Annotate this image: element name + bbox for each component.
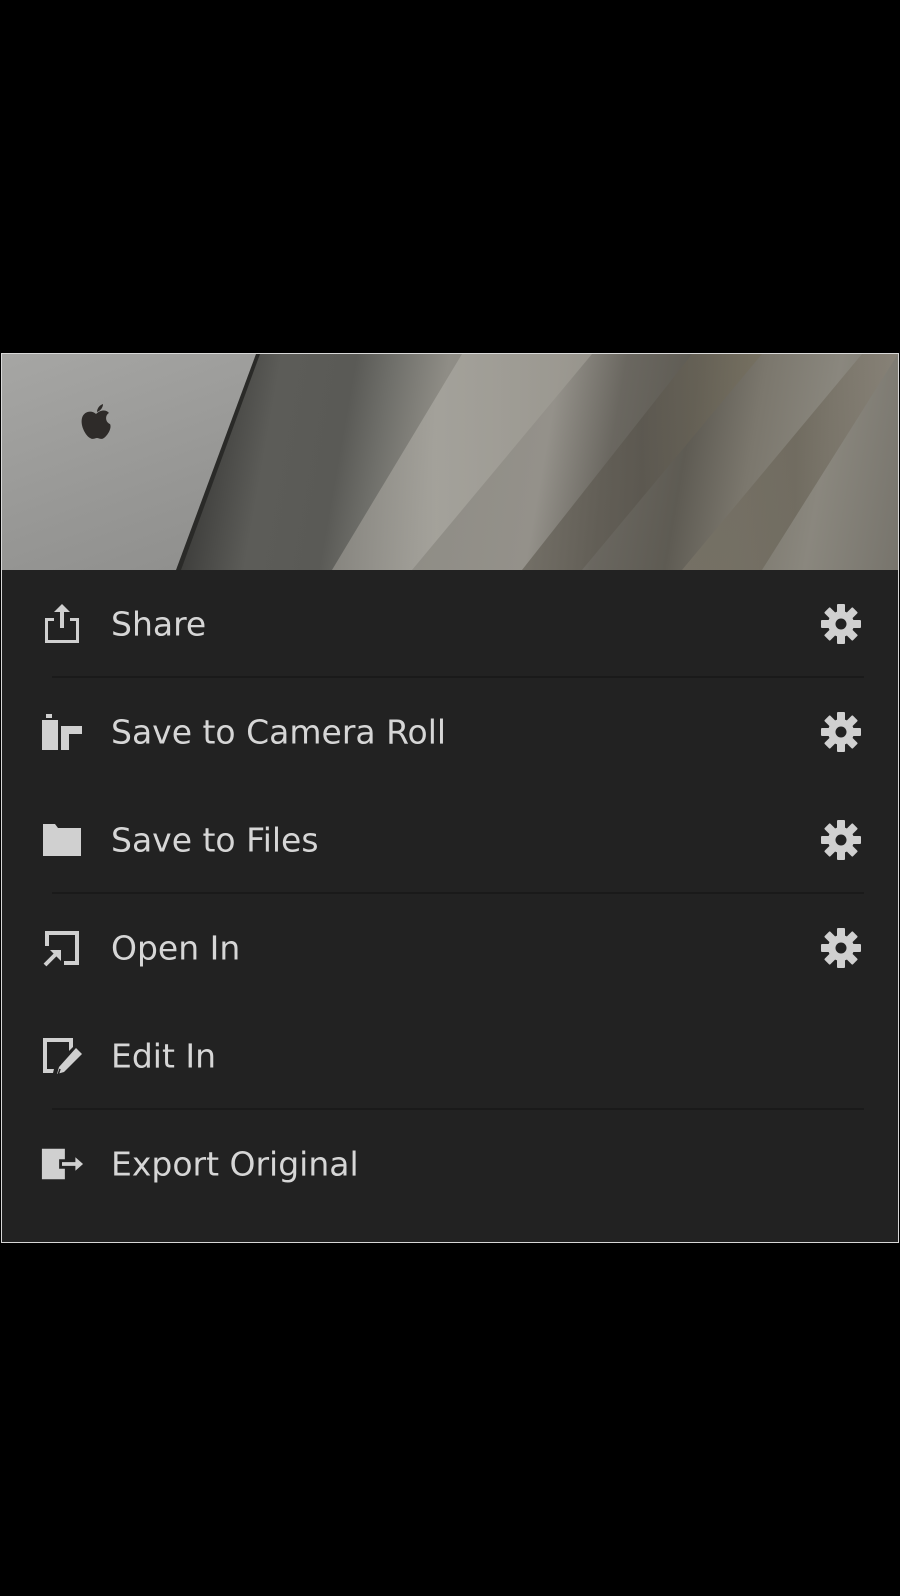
menu-item-label: Export Original (111, 1144, 359, 1184)
share-settings-gear-icon[interactable] (818, 601, 864, 647)
share-icon (40, 602, 84, 646)
files-settings-gear-icon[interactable] (818, 817, 864, 863)
menu-item-label: Save to Camera Roll (111, 712, 447, 752)
menu-item-label: Share (111, 604, 207, 644)
camera-roll-settings-gear-icon[interactable] (818, 709, 864, 755)
menu-item-edit-in[interactable]: Edit In (2, 1002, 898, 1110)
open-in-settings-gear-icon[interactable] (818, 925, 864, 971)
camera-roll-icon (40, 710, 84, 754)
export-sheet: Share Save to Camera Roll Save to Files … (1, 353, 899, 1243)
open-in-icon (40, 926, 84, 970)
export-icon (40, 1142, 84, 1186)
menu-item-label: Open In (111, 928, 241, 968)
export-menu: Share Save to Camera Roll Save to Files … (2, 570, 898, 1218)
photo-preview (2, 354, 898, 570)
menu-item-label: Save to Files (111, 820, 319, 860)
folder-icon (40, 818, 84, 862)
menu-item-label: Edit In (111, 1036, 217, 1076)
apple-logo-icon (72, 402, 120, 444)
menu-item-export-original[interactable]: Export Original (2, 1110, 898, 1218)
menu-item-save-to-camera-roll[interactable]: Save to Camera Roll (2, 678, 898, 786)
edit-in-icon (40, 1034, 84, 1078)
menu-item-open-in[interactable]: Open In (2, 894, 898, 1002)
menu-item-share[interactable]: Share (2, 570, 898, 678)
menu-item-save-to-files[interactable]: Save to Files (2, 786, 898, 894)
